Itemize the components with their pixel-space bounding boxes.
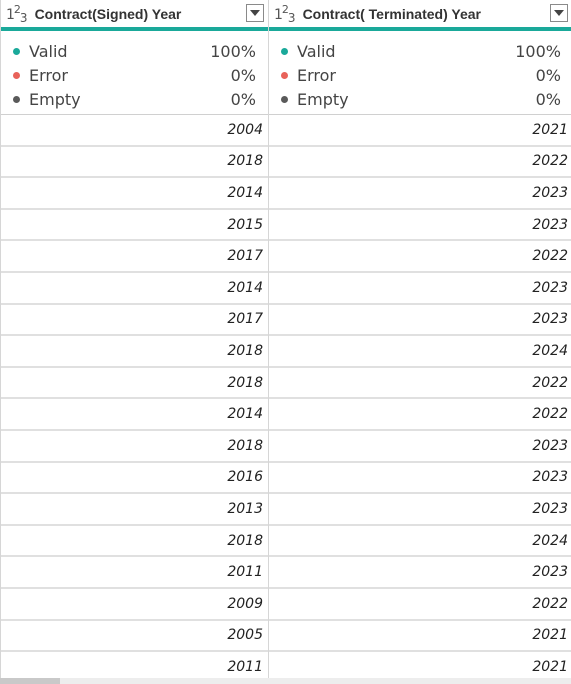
quality-valid: Valid 100% (269, 39, 571, 63)
error-dot-icon (13, 71, 20, 79)
column-filter-dropdown-button[interactable] (246, 4, 264, 22)
table-cell[interactable]: 2022 (269, 399, 571, 431)
quality-value: 0% (535, 65, 561, 85)
quality-value: 0% (230, 65, 256, 85)
column-filter-dropdown-button[interactable] (550, 4, 568, 22)
table-cell[interactable]: 2017 (1, 241, 268, 273)
quality-empty: Empty 0% (1, 87, 268, 111)
table-cell[interactable]: 2023 (269, 273, 571, 305)
quality-empty: Empty 0% (269, 87, 571, 111)
empty-dot-icon (281, 95, 288, 103)
table-cell[interactable]: 2022 (269, 589, 571, 621)
data-grid: 123 Contract(Signed) Year Valid 100% Err… (0, 0, 571, 684)
table-cell[interactable]: 2023 (269, 557, 571, 589)
quality-value: 100% (210, 41, 256, 61)
table-cell[interactable]: 2023 (269, 178, 571, 210)
quality-error: Error 0% (1, 63, 268, 87)
quality-error: Error 0% (269, 63, 571, 87)
table-cell[interactable]: 2018 (1, 336, 268, 368)
table-cell[interactable]: 2021 (269, 621, 571, 653)
chevron-down-icon (250, 10, 260, 16)
table-cell[interactable]: 2015 (1, 210, 268, 242)
column-header[interactable]: 123 Contract( Terminated) Year (269, 0, 571, 31)
quality-label: Empty (297, 89, 349, 109)
error-dot-icon (281, 71, 288, 79)
table-cell[interactable]: 2018 (1, 147, 268, 179)
table-cell[interactable]: 2018 (1, 368, 268, 400)
column-cells: 2004 2018 2014 2015 2017 2014 2017 2018 … (1, 115, 268, 684)
valid-dot-icon (13, 47, 20, 55)
table-cell[interactable]: 2017 (1, 305, 268, 337)
table-cell[interactable]: 2023 (269, 305, 571, 337)
column-contract-terminated-year: 123 Contract( Terminated) Year Valid 100… (269, 0, 571, 684)
chevron-down-icon (554, 10, 564, 16)
table-cell[interactable]: 2014 (1, 178, 268, 210)
quality-label: Error (29, 65, 68, 85)
table-cell[interactable]: 2022 (269, 241, 571, 273)
quality-value: 0% (535, 89, 561, 109)
horizontal-scrollbar[interactable] (0, 678, 571, 684)
valid-dot-icon (281, 47, 288, 55)
table-cell[interactable]: 2018 (1, 431, 268, 463)
table-cell[interactable]: 2023 (269, 210, 571, 242)
scrollbar-thumb[interactable] (0, 678, 60, 684)
quality-value: 100% (515, 41, 561, 61)
table-cell[interactable]: 2023 (269, 494, 571, 526)
quality-label: Valid (297, 41, 336, 61)
table-cell[interactable]: 2009 (1, 589, 268, 621)
quality-value: 0% (230, 89, 256, 109)
quality-valid: Valid 100% (1, 39, 268, 63)
column-title: Contract( Terminated) Year (302, 5, 481, 22)
table-cell[interactable]: 2022 (269, 147, 571, 179)
column-quality-panel: Valid 100% Error 0% Empty 0% (1, 31, 268, 115)
quality-label: Error (297, 65, 336, 85)
table-cell[interactable]: 2004 (1, 115, 268, 147)
whole-number-type-icon[interactable]: 123 (6, 4, 28, 24)
column-quality-panel: Valid 100% Error 0% Empty 0% (269, 31, 571, 115)
table-cell[interactable]: 2021 (269, 115, 571, 147)
whole-number-type-icon[interactable]: 123 (274, 4, 296, 24)
table-cell[interactable]: 2016 (1, 463, 268, 495)
table-cell[interactable]: 2011 (1, 557, 268, 589)
table-cell[interactable]: 2013 (1, 494, 268, 526)
column-title: Contract(Signed) Year (34, 5, 182, 22)
table-cell[interactable]: 2024 (269, 336, 571, 368)
table-cell[interactable]: 2024 (269, 526, 571, 558)
table-cell[interactable]: 2023 (269, 463, 571, 495)
column-header[interactable]: 123 Contract(Signed) Year (1, 0, 268, 31)
table-cell[interactable]: 2014 (1, 399, 268, 431)
table-cell[interactable]: 2018 (1, 526, 268, 558)
quality-label: Empty (29, 89, 81, 109)
column-cells: 2021 2022 2023 2023 2022 2023 2023 2024 … (269, 115, 571, 684)
table-cell[interactable]: 2022 (269, 368, 571, 400)
table-cell[interactable]: 2005 (1, 621, 268, 653)
table-cell[interactable]: 2014 (1, 273, 268, 305)
empty-dot-icon (13, 95, 20, 103)
table-cell[interactable]: 2023 (269, 431, 571, 463)
column-contract-signed-year: 123 Contract(Signed) Year Valid 100% Err… (0, 0, 269, 684)
quality-label: Valid (29, 41, 68, 61)
